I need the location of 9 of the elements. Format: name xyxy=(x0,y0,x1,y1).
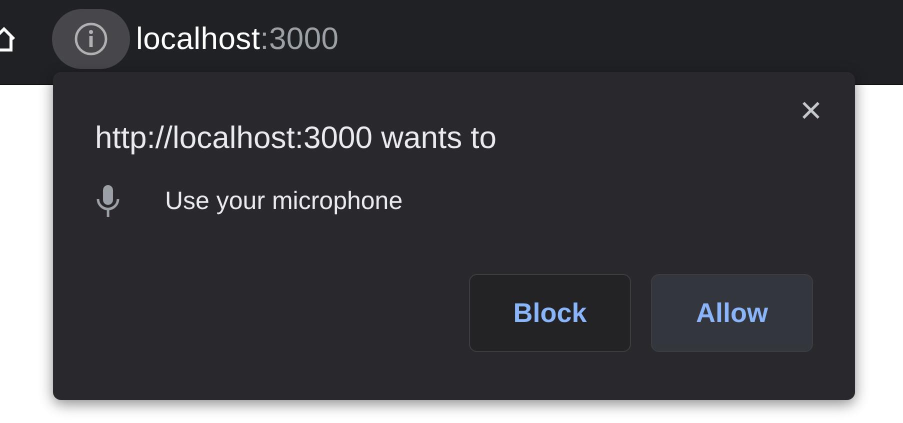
allow-button[interactable]: Allow xyxy=(651,274,813,352)
close-button[interactable]: × xyxy=(795,94,827,128)
block-button[interactable]: Block xyxy=(469,274,631,352)
info-icon xyxy=(73,21,109,57)
home-icon[interactable] xyxy=(0,24,16,54)
url-text[interactable]: localhost:3000 xyxy=(136,21,339,57)
microphone-icon xyxy=(95,184,121,218)
popup-title: http://localhost:3000 wants to xyxy=(95,120,498,156)
permission-label: Use your microphone xyxy=(165,186,403,216)
